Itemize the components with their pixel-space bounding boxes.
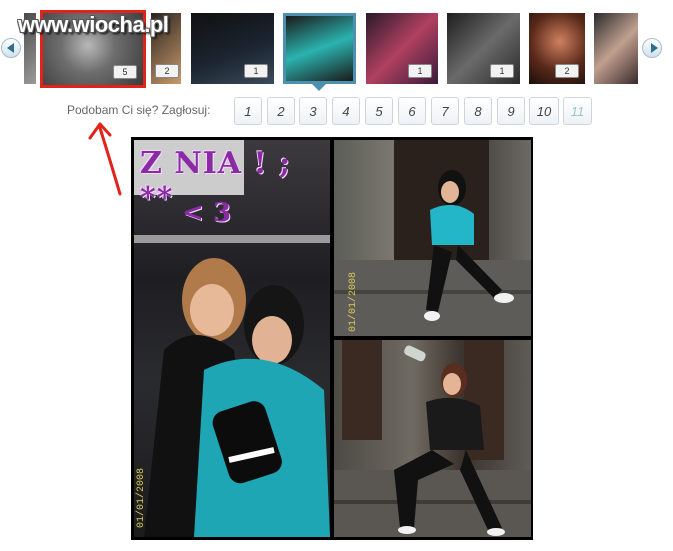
vote-button-1[interactable]: 1 [234, 97, 262, 125]
photo-caption: Z NIA ! ; ** [140, 146, 292, 216]
vote-label: Podobam Ci się? Zagłosuj: [67, 103, 211, 117]
comment-count-badge: 1 [408, 64, 432, 78]
vote-button-3[interactable]: 3 [299, 97, 327, 125]
vote-button-5[interactable]: 5 [365, 97, 393, 125]
next-arrow-button[interactable] [642, 38, 662, 58]
thumbnail-4[interactable]: 1 [191, 13, 274, 84]
date-stamp: 01/01/2008 [348, 271, 359, 332]
annotation-arrow-icon [88, 122, 122, 196]
comment-count-badge: 2 [155, 64, 179, 78]
collage-photo-bottom-right [334, 340, 531, 537]
comment-count-badge: 5 [113, 65, 137, 79]
vote-button-10[interactable]: 10 [529, 97, 559, 125]
thumbnail-image [286, 16, 353, 81]
collage-photo-left: Z NIA ! ; ** < 3 01/01/2008 [134, 140, 330, 537]
thumbnail-7[interactable]: 1 [447, 13, 520, 84]
thumbnail-9[interactable] [594, 13, 638, 84]
thumbnail-strip: 5 2 1 1 1 2 www.wiocha.pl [0, 0, 673, 92]
collage-photo-top-right: 01/01/2008 [334, 140, 531, 336]
thumbnail-5-current[interactable] [283, 13, 356, 84]
vote-button-6[interactable]: 6 [398, 97, 426, 125]
thumbnail-8[interactable]: 2 [529, 13, 585, 84]
photo-caption-heart: < 3 [182, 198, 231, 228]
vote-button-2[interactable]: 2 [267, 97, 295, 125]
previous-arrow-button[interactable] [1, 38, 21, 58]
vote-button-9[interactable]: 9 [497, 97, 525, 125]
vote-button-4[interactable]: 4 [332, 97, 360, 125]
thumbnail-image [594, 13, 638, 84]
comment-count-badge: 2 [555, 64, 579, 78]
comment-count-badge: 1 [244, 64, 268, 78]
chevron-left-icon [7, 43, 14, 53]
vote-button-11[interactable]: 11 [563, 97, 592, 125]
main-photo: Z NIA ! ; ** < 3 01/01/2008 01/01/2008 [131, 137, 533, 540]
current-thumbnail-pointer [311, 83, 327, 91]
chevron-right-icon [651, 43, 658, 53]
comment-count-badge: 1 [490, 64, 514, 78]
site-watermark: www.wiocha.pl [18, 12, 169, 37]
thumbnail-6[interactable]: 1 [366, 13, 438, 84]
vote-button-7[interactable]: 7 [431, 97, 459, 125]
vote-button-8[interactable]: 8 [464, 97, 492, 125]
date-stamp: 01/01/2008 [136, 467, 147, 528]
